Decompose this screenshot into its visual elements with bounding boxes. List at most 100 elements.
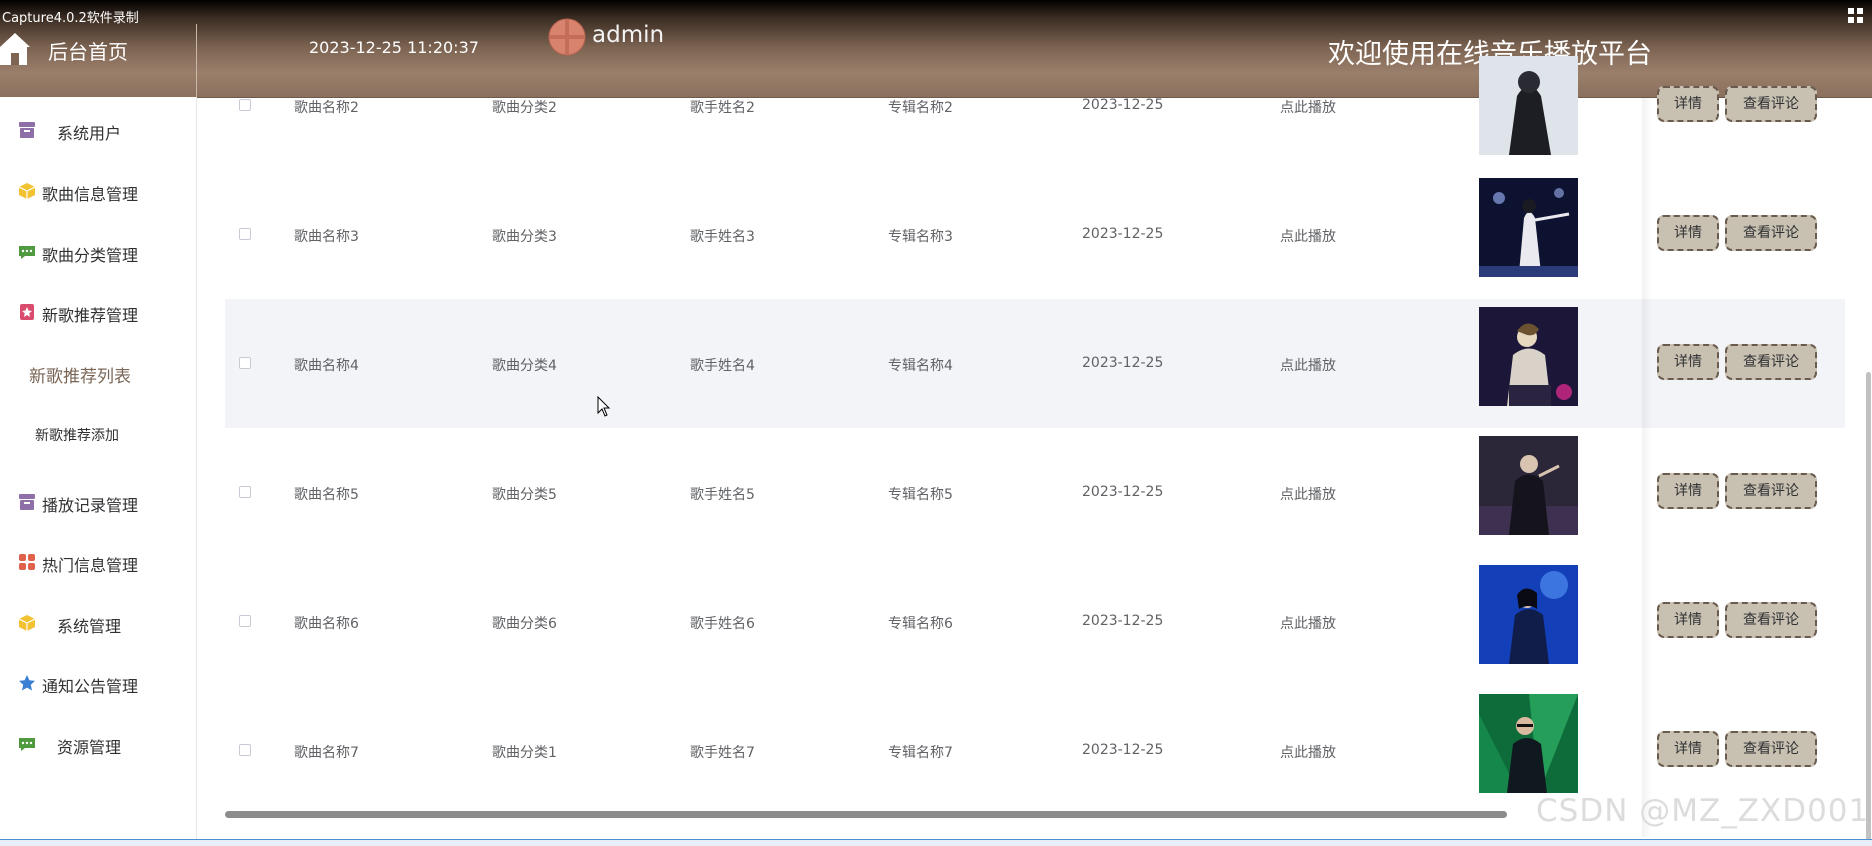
row-checkbox[interactable]: [239, 486, 251, 498]
row-checkbox[interactable]: [239, 228, 251, 240]
album-cell: 专辑名称7: [888, 745, 953, 761]
table-row: 歌曲名称6 歌曲分类6 歌手姓名6 专辑名称6 2023-12-25 点此播放 …: [225, 557, 1845, 686]
song-name-cell: 歌曲名称7: [294, 745, 359, 761]
cube-icon: [18, 183, 36, 199]
sidebar-item-resource[interactable]: 资源管理: [0, 725, 196, 765]
sidebar-item-new-song-recommend[interactable]: 新歌推荐管理: [0, 293, 196, 333]
play-link[interactable]: 点此播放: [1280, 484, 1336, 504]
sidebar-item-song-info[interactable]: 歌曲信息管理: [0, 172, 196, 212]
album-cover-image: [1479, 307, 1578, 406]
sidebar-item-hot-info[interactable]: 热门信息管理: [0, 543, 196, 583]
home-label: 后台首页: [48, 40, 128, 64]
date-cell: 2023-12-25: [1082, 742, 1164, 758]
song-category-cell: 歌曲分类5: [492, 487, 557, 503]
row-checkbox[interactable]: [239, 744, 251, 756]
vertical-scrollbar[interactable]: [1866, 372, 1871, 845]
singer-cell: 歌手姓名5: [690, 487, 755, 503]
sidebar-item-label: 系统管理: [57, 617, 122, 636]
sidebar-subitem-label: 新歌推荐添加: [35, 428, 119, 444]
watermark-text: CSDN @MZ_ZXD001: [1536, 793, 1870, 829]
row-checkbox[interactable]: [239, 615, 251, 627]
song-name-cell: 歌曲名称6: [294, 616, 359, 632]
sidebar-menu: 系统用户 歌曲信息管理 歌曲分类管理 新歌推荐管理 新歌推荐列表 新歌推荐添加: [0, 97, 197, 845]
date-cell: 2023-12-25: [1082, 97, 1164, 113]
archive-icon: [19, 494, 35, 510]
song-name-cell: 歌曲名称4: [294, 358, 359, 374]
table-row: 歌曲名称5 歌曲分类5 歌手姓名5 专辑名称5 2023-12-25 点此播放 …: [225, 428, 1845, 557]
sidebar-item-label: 歌曲分类管理: [42, 246, 139, 265]
row-checkbox[interactable]: [239, 357, 251, 369]
album-cover-image: [1479, 436, 1578, 535]
cube-icon: [18, 615, 36, 631]
grid-icon: [19, 554, 35, 570]
song-category-cell: 歌曲分类6: [492, 616, 557, 632]
detail-button[interactable]: 详情: [1657, 215, 1719, 251]
detail-button[interactable]: 详情: [1657, 731, 1719, 767]
home-link[interactable]: 后台首页: [0, 24, 197, 97]
album-cover-image: [1479, 178, 1578, 277]
chat-icon: [19, 738, 35, 751]
mouse-cursor-icon: [597, 396, 611, 417]
album-cover-image: [1479, 694, 1578, 793]
date-cell: 2023-12-25: [1082, 613, 1164, 629]
view-comments-button[interactable]: 查看评论: [1725, 602, 1817, 638]
table-row: 歌曲名称2 歌曲分类2 歌手姓名2 专辑名称2 2023-12-25 点此播放 …: [225, 41, 1845, 170]
sidebar-item-system-manage[interactable]: 系统管理: [0, 604, 196, 644]
album-cell: 专辑名称6: [888, 616, 953, 632]
song-category-cell: 歌曲分类4: [492, 358, 557, 374]
fixed-column-shadow: [1642, 97, 1652, 837]
song-name-cell: 歌曲名称5: [294, 487, 359, 503]
date-cell: 2023-12-25: [1082, 226, 1164, 242]
detail-button[interactable]: 详情: [1657, 344, 1719, 380]
album-cover-image: [1479, 56, 1578, 155]
song-category-cell: 歌曲分类1: [492, 745, 557, 761]
archive-icon: [19, 122, 35, 138]
view-comments-button[interactable]: 查看评论: [1725, 215, 1817, 251]
sidebar-item-label: 系统用户: [57, 124, 122, 143]
badge-icon: [20, 304, 34, 320]
chat-icon: [19, 246, 35, 259]
detail-button[interactable]: 详情: [1657, 602, 1719, 638]
date-cell: 2023-12-25: [1082, 484, 1164, 500]
sidebar-subitem-new-song-list[interactable]: 新歌推荐列表: [0, 354, 196, 394]
star-icon: [19, 675, 35, 691]
play-link[interactable]: 点此播放: [1280, 226, 1336, 246]
view-comments-button[interactable]: 查看评论: [1725, 344, 1817, 380]
table-row: 歌曲名称4 歌曲分类4 歌手姓名4 专辑名称4 2023-12-25 点此播放 …: [225, 299, 1845, 428]
fullscreen-icon[interactable]: [1848, 8, 1866, 24]
album-cell: 专辑名称3: [888, 229, 953, 245]
sidebar-item-label: 新歌推荐管理: [42, 306, 139, 325]
sidebar-subitem-new-song-add[interactable]: 新歌推荐添加: [0, 415, 196, 455]
singer-cell: 歌手姓名7: [690, 745, 755, 761]
sidebar-item-label: 通知公告管理: [42, 677, 139, 696]
song-name-cell: 歌曲名称3: [294, 229, 359, 245]
album-cell: 专辑名称5: [888, 487, 953, 503]
view-comments-button[interactable]: 查看评论: [1725, 731, 1817, 767]
horizontal-scrollbar[interactable]: [225, 811, 1507, 818]
sidebar-item-system-users[interactable]: 系统用户: [0, 111, 196, 151]
detail-button[interactable]: 详情: [1657, 473, 1719, 509]
row-checkbox[interactable]: [239, 99, 251, 111]
play-link[interactable]: 点此播放: [1280, 355, 1336, 375]
play-link[interactable]: 点此播放: [1280, 613, 1336, 633]
singer-cell: 歌手姓名2: [690, 100, 755, 116]
play-link[interactable]: 点此播放: [1280, 742, 1336, 762]
sidebar-item-label: 热门信息管理: [42, 556, 139, 575]
detail-button[interactable]: 详情: [1657, 86, 1719, 122]
song-table: 歌曲名称2 歌曲分类2 歌手姓名2 专辑名称2 2023-12-25 点此播放 …: [205, 56, 1872, 845]
song-category-cell: 歌曲分类2: [492, 100, 557, 116]
singer-cell: 歌手姓名6: [690, 616, 755, 632]
view-comments-button[interactable]: 查看评论: [1725, 86, 1817, 122]
play-link[interactable]: 点此播放: [1280, 97, 1336, 117]
album-cell: 专辑名称4: [888, 358, 953, 374]
sidebar-item-label: 歌曲信息管理: [42, 185, 139, 204]
sidebar-item-song-category[interactable]: 歌曲分类管理: [0, 233, 196, 273]
view-comments-button[interactable]: 查看评论: [1725, 473, 1817, 509]
sidebar-subitem-label: 新歌推荐列表: [29, 367, 131, 387]
sidebar-item-notice[interactable]: 通知公告管理: [0, 664, 196, 704]
table-row: 歌曲名称3 歌曲分类3 歌手姓名3 专辑名称3 2023-12-25 点此播放 …: [225, 170, 1845, 299]
song-category-cell: 歌曲分类3: [492, 229, 557, 245]
sidebar-item-play-record[interactable]: 播放记录管理: [0, 483, 196, 523]
sidebar-item-label: 资源管理: [57, 738, 122, 757]
date-cell: 2023-12-25: [1082, 355, 1164, 371]
